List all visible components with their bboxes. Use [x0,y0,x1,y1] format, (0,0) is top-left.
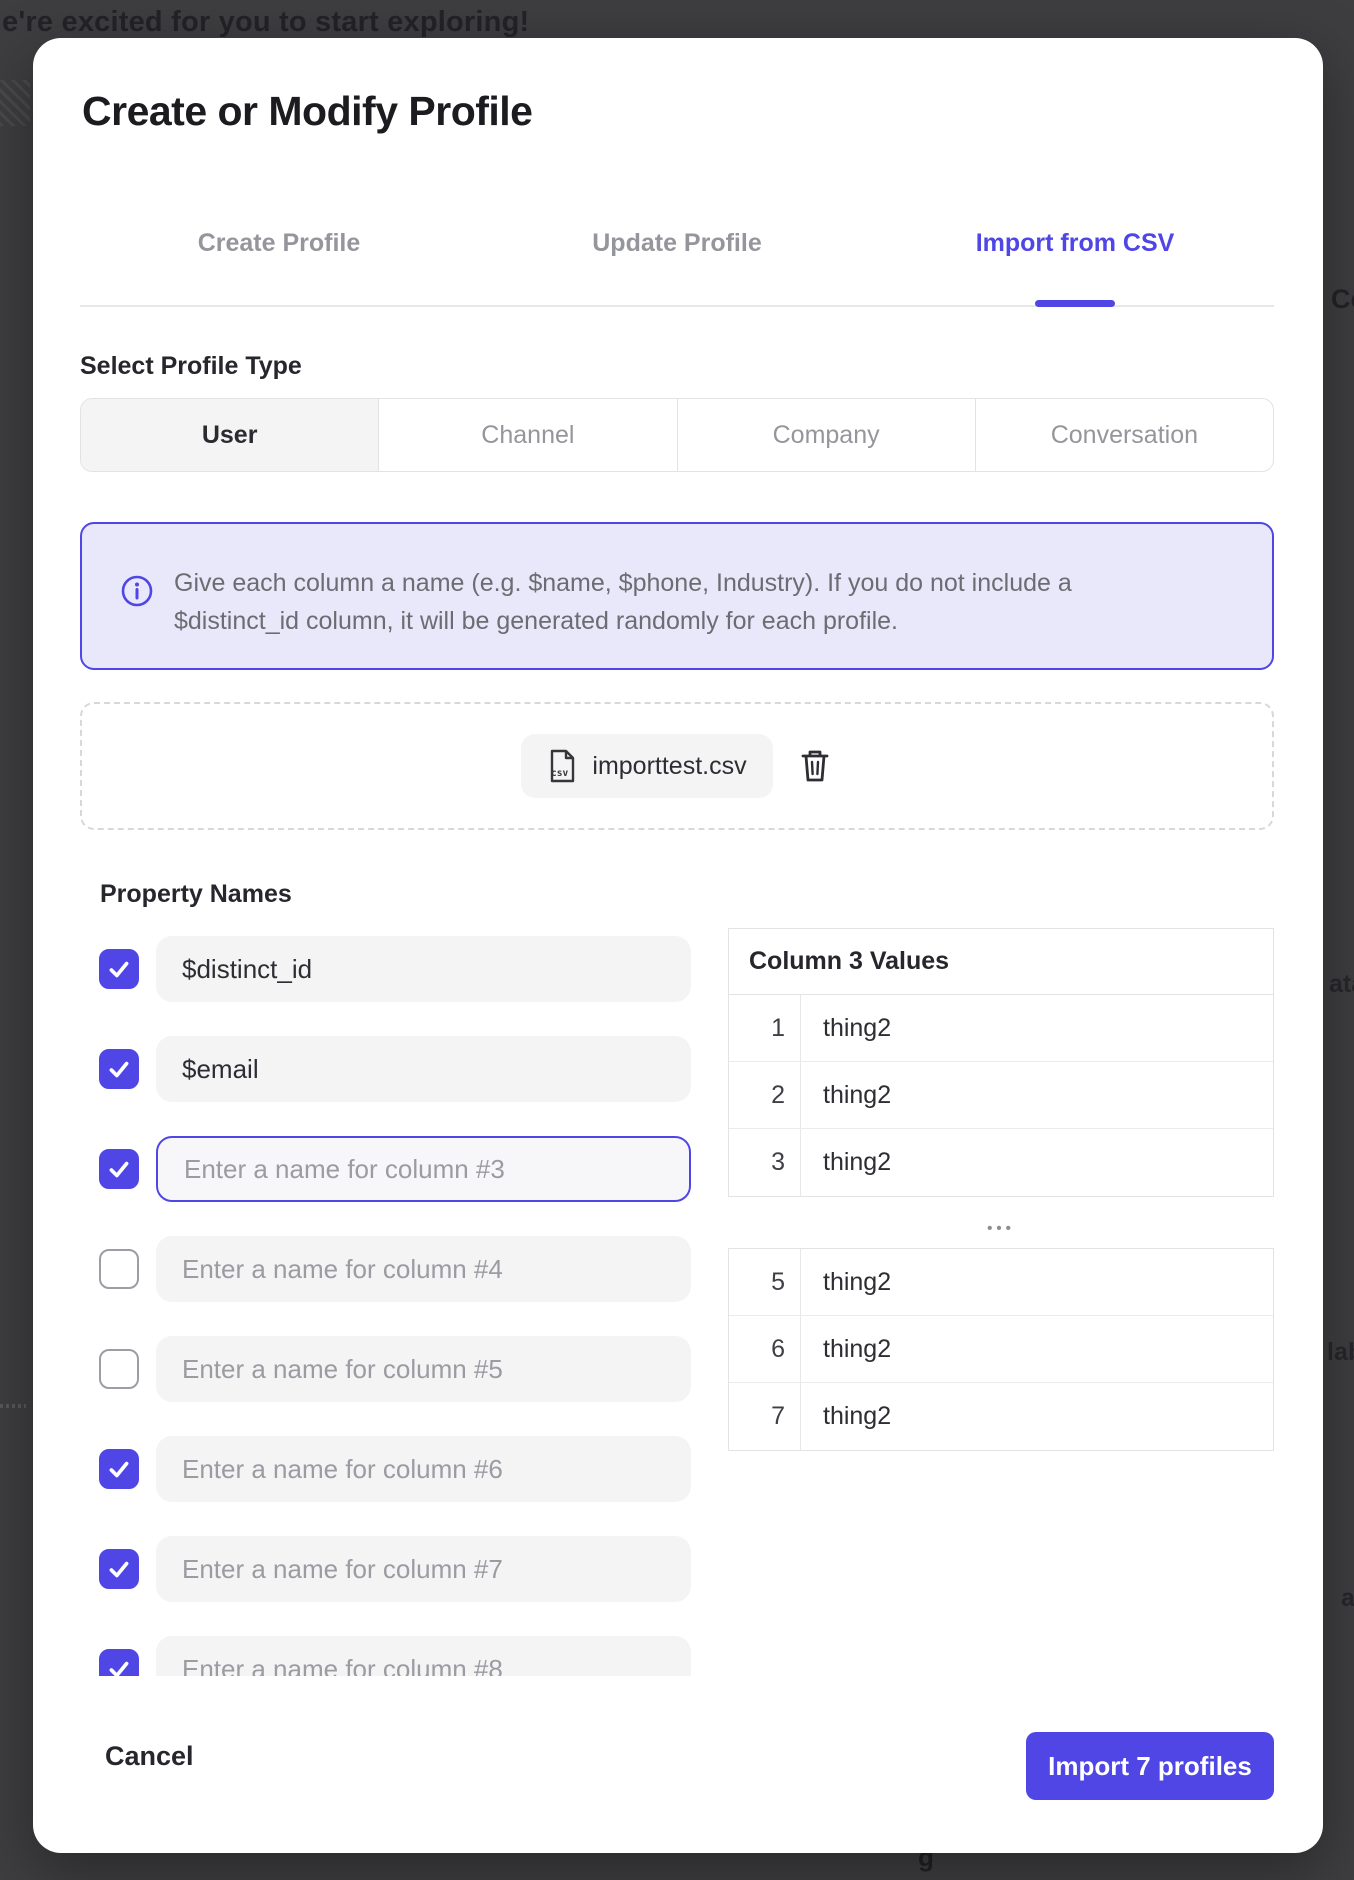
info-icon [120,574,154,608]
table-row: 1 thing2 [729,995,1273,1062]
property-row [99,1036,691,1102]
profile-type-label: Select Profile Type [80,352,302,381]
row-value: thing2 [801,1062,891,1128]
profile-type-channel[interactable]: Channel [378,399,676,471]
background-artifact [0,1404,26,1408]
background-fragment: ata [1329,970,1354,999]
trash-icon [799,748,831,784]
info-banner-text: Give each column a name (e.g. $name, $ph… [174,564,1184,640]
property-row [99,1336,691,1402]
column-6-name-input[interactable] [156,1436,691,1502]
column-5-name-input[interactable] [156,1336,691,1402]
column-1-checkbox[interactable] [99,949,139,989]
property-row [99,1636,691,1676]
checkmark-icon [106,1656,132,1676]
background-artifact [0,80,30,126]
row-number: 3 [729,1129,801,1196]
background-fragment: a [1341,1584,1354,1613]
row-number: 2 [729,1062,801,1128]
property-row [99,936,691,1002]
column-7-checkbox[interactable] [99,1549,139,1589]
column-7-name-input[interactable] [156,1536,691,1602]
row-value: thing2 [801,1316,891,1382]
property-row [99,1536,691,1602]
column-6-checkbox[interactable] [99,1449,139,1489]
tab-create-profile[interactable]: Create Profile [80,214,478,272]
profile-type-conversation[interactable]: Conversation [975,399,1273,471]
tab-update-profile[interactable]: Update Profile [478,214,876,272]
property-row [99,1436,691,1502]
row-number: 6 [729,1316,801,1382]
column-2-name-input[interactable] [156,1036,691,1102]
checkmark-icon [106,1056,132,1082]
background-fragment: lab [1327,1338,1354,1367]
table-row: 5 thing2 [729,1249,1273,1316]
column-8-checkbox[interactable] [99,1649,139,1676]
checkmark-icon [106,1556,132,1582]
info-banner: Give each column a name (e.g. $name, $ph… [80,522,1274,670]
property-names-label: Property Names [100,880,292,909]
column-1-name-input[interactable] [156,936,691,1002]
row-number: 7 [729,1383,801,1450]
cancel-button[interactable]: Cancel [105,1741,194,1772]
svg-text:csv: csv [551,768,568,779]
profile-type-company[interactable]: Company [677,399,975,471]
csv-file-icon: csv [547,749,577,783]
active-tab-indicator [1035,300,1115,307]
column-4-checkbox[interactable] [99,1249,139,1289]
row-number: 1 [729,995,801,1061]
column-5-checkbox[interactable] [99,1349,139,1389]
row-value: thing2 [801,1129,891,1196]
background-fragment: Col [1331,284,1354,315]
row-number: 5 [729,1249,801,1315]
checkmark-icon [106,1156,132,1182]
profile-type-user[interactable]: User [81,399,378,471]
column-values-table-continued: 5 thing2 6 thing2 7 thing2 [728,1248,1274,1451]
column-values-header: Column 3 Values [729,929,1273,995]
profile-type-selector: User Channel Company Conversation [80,398,1274,472]
row-value: thing2 [801,1383,891,1450]
create-or-modify-profile-dialog: Create or Modify Profile Create Profile … [33,38,1323,1853]
uploaded-file-name: importtest.csv [592,752,746,781]
property-names-list [99,936,691,1676]
column-values-table: Column 3 Values 1 thing2 2 thing2 3 thin… [728,928,1274,1197]
table-row: 7 thing2 [729,1383,1273,1450]
csv-dropzone[interactable]: csv importtest.csv [80,702,1274,830]
column-3-checkbox[interactable] [99,1149,139,1189]
tab-bar: Create Profile Update Profile Import fro… [80,214,1274,272]
uploaded-file-chip: csv importtest.csv [521,734,772,798]
tab-import-from-csv[interactable]: Import from CSV [876,214,1274,272]
column-2-checkbox[interactable] [99,1049,139,1089]
checkmark-icon [106,1456,132,1482]
column-3-name-input[interactable] [156,1136,691,1202]
table-row: 3 thing2 [729,1129,1273,1196]
property-row [99,1236,691,1302]
table-row: 2 thing2 [729,1062,1273,1129]
table-row: 6 thing2 [729,1316,1273,1383]
rows-ellipsis: ••• [728,1220,1274,1237]
row-value: thing2 [801,1249,891,1315]
row-value: thing2 [801,995,891,1061]
column-4-name-input[interactable] [156,1236,691,1302]
background-text: e're excited for you to start exploring! [2,6,529,39]
checkmark-icon [106,956,132,982]
remove-file-button[interactable] [797,747,833,785]
property-row [99,1136,691,1202]
column-8-name-input[interactable] [156,1636,691,1676]
page-title: Create or Modify Profile [82,88,532,135]
import-profiles-button[interactable]: Import 7 profiles [1026,1732,1274,1800]
